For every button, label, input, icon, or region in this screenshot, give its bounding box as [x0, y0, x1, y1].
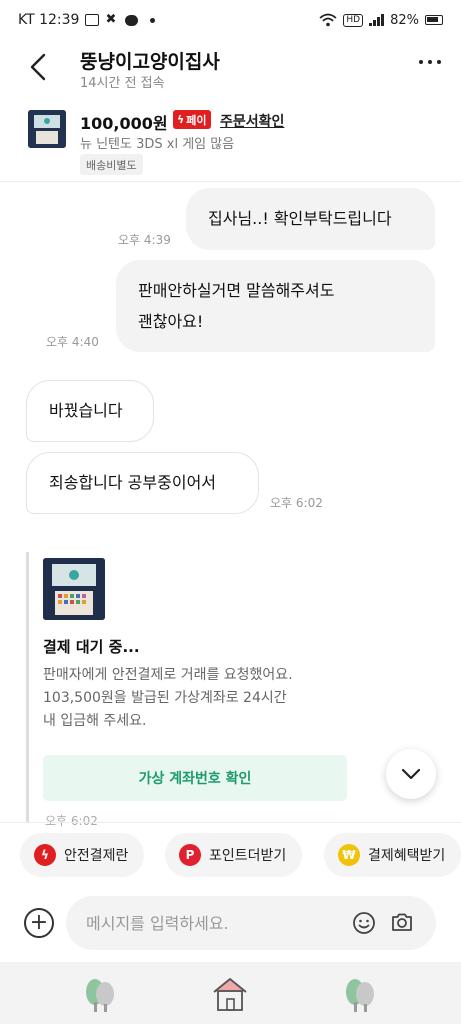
- chat-partner-name: 뚱냥이고양이집사: [80, 51, 220, 73]
- payment-benefit-chip[interactable]: ₩ 결제혜택받기: [324, 833, 461, 877]
- product-summary[interactable]: 100,000원 ϟ 페이 주문서확인 뉴 닌텐도 3DS xl 게임 많음 배…: [0, 106, 461, 182]
- message-time: 오후 4:39: [118, 233, 171, 247]
- status-left: KT 12:39 ✖: [18, 12, 156, 28]
- message-icon: [125, 14, 139, 26]
- chip-label: 결제혜택받기: [368, 848, 446, 864]
- quick-actions-bar: ϟ 안전결제란 P 포인트더받기 ₩ 결제혜택받기: [0, 822, 461, 886]
- product-price: 100,000원: [80, 114, 168, 133]
- product-name: 뉴 닌텐도 3DS xl 게임 많음: [80, 137, 235, 152]
- chat-header: 뚱냥이고양이집사 14시간 전 접속: [0, 40, 461, 96]
- message-time: 오후 6:02: [270, 496, 323, 510]
- shipping-badge: 배송비별도: [80, 154, 143, 175]
- order-confirm-link[interactable]: 주문서확인: [220, 111, 284, 131]
- home-icon[interactable]: [210, 974, 250, 1014]
- message-text: 바꿨습니다: [49, 401, 123, 420]
- carrier-time: KT 12:39: [18, 12, 80, 28]
- message-bubble-received: 죄송합니다 공부중이어서: [26, 452, 259, 514]
- gallery-icon: [85, 14, 100, 26]
- points-chip[interactable]: P 포인트더받기: [165, 833, 303, 877]
- chip-label: 안전결제란: [64, 848, 129, 864]
- emoji-icon[interactable]: [352, 911, 376, 935]
- notification-dot-icon: [150, 17, 156, 23]
- lightning-icon: ϟ: [34, 844, 56, 866]
- chevron-down-icon: [401, 768, 421, 780]
- status-right: HD 82%: [319, 13, 443, 28]
- virtual-account-button[interactable]: 가상 계좌번호 확인: [43, 755, 347, 801]
- tree-icon[interactable]: [340, 974, 380, 1014]
- message-bubble-sent: 판매안하실거면 말씀해주셔도 괜찮아요!: [116, 260, 435, 352]
- payment-description-line: 103,500원을 발급된 가상계좌로 24시간: [43, 690, 287, 706]
- message-input-box: [66, 896, 436, 950]
- payment-description: 판매자에게 안전결제로 거래를 요청했어요. 103,500원을 발급된 가상계…: [43, 664, 353, 733]
- attach-plus-icon[interactable]: +: [24, 908, 54, 938]
- product-thumbnail: [28, 110, 66, 148]
- message-text-line: 괜찮아요!: [138, 312, 204, 331]
- scroll-down-button[interactable]: [386, 749, 436, 799]
- battery-percent: 82%: [390, 12, 419, 28]
- message-text-line: 판매안하실거면 말씀해주셔도: [138, 281, 335, 300]
- pay-badge-label: 페이: [186, 113, 207, 127]
- pay-badge: ϟ 페이: [173, 110, 211, 129]
- more-options-icon[interactable]: [419, 60, 441, 64]
- message-bubble-sent: 집사님..! 확인부탁드립니다: [186, 188, 435, 250]
- message-time: 오후 4:40: [46, 335, 99, 349]
- bottom-nav: [0, 962, 461, 1024]
- back-arrow-icon[interactable]: [24, 52, 54, 82]
- lightning-icon: ϟ: [177, 113, 185, 126]
- signal-icon: [369, 14, 385, 26]
- payment-request-card: 결제 대기 중... 판매자에게 안전결제로 거래를 요청했어요. 103,50…: [26, 552, 356, 828]
- won-coin-icon: ₩: [338, 844, 360, 866]
- dice-icon: ✖: [105, 12, 117, 27]
- status-bar: KT 12:39 ✖ HD 82%: [0, 0, 461, 40]
- tree-icon[interactable]: [80, 974, 120, 1014]
- message-bubble-received: 바꿨습니다: [26, 380, 154, 442]
- payment-description-line: 내 입금해 주세요.: [43, 713, 147, 729]
- payment-product-image: [43, 558, 105, 620]
- last-seen: 14시간 전 접속: [80, 76, 165, 91]
- message-input-row: +: [0, 886, 461, 962]
- message-input[interactable]: [86, 896, 336, 950]
- chip-label: 포인트더받기: [209, 848, 287, 864]
- payment-description-line: 판매자에게 안전결제로 거래를 요청했어요.: [43, 667, 293, 683]
- battery-icon: [425, 15, 443, 25]
- message-text: 죄송합니다 공부중이어서: [49, 473, 217, 492]
- wifi-icon: [319, 13, 337, 27]
- message-text: 집사님..! 확인부탁드립니다: [208, 209, 392, 228]
- camera-icon[interactable]: [390, 910, 414, 934]
- point-icon: P: [179, 844, 201, 866]
- safe-pay-info-chip[interactable]: ϟ 안전결제란: [20, 833, 145, 877]
- payment-status-title: 결제 대기 중...: [43, 638, 140, 656]
- hd-icon: HD: [343, 13, 364, 27]
